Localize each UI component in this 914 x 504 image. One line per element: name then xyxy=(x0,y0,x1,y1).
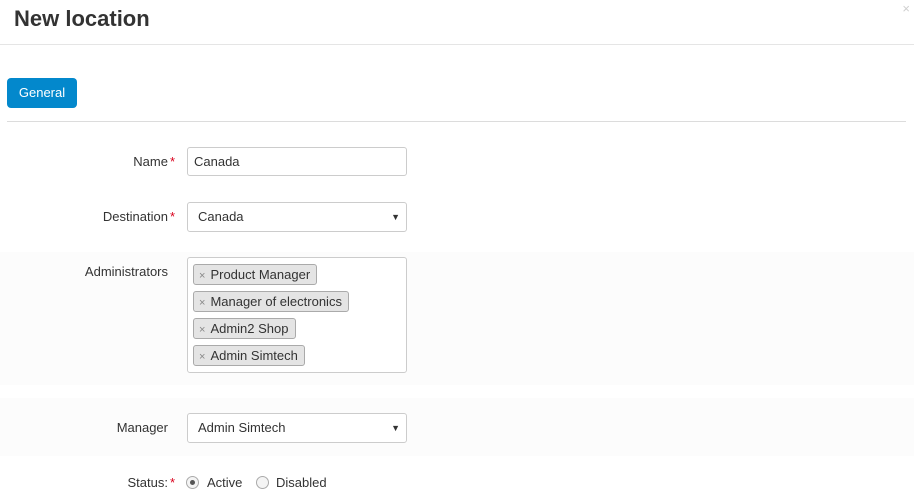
caret-down-icon: ▼ xyxy=(391,212,400,222)
status-label: Status: * xyxy=(127,475,175,490)
dialog-title: New location xyxy=(14,6,150,31)
admin-tag: × Admin2 Shop xyxy=(193,318,296,339)
remove-tag-icon[interactable]: × xyxy=(199,324,205,336)
caret-down-icon: ▼ xyxy=(391,423,400,433)
admin-tag-label: Admin2 Shop xyxy=(210,321,289,336)
name-label: Name * xyxy=(133,154,175,169)
required-mark: * xyxy=(169,475,175,490)
status-active-label[interactable]: Active xyxy=(207,475,242,491)
admin-tag-label: Manager of electronics xyxy=(210,294,342,309)
required-mark: * xyxy=(169,209,175,224)
tab-divider xyxy=(7,121,906,122)
admin-tag-label: Product Manager xyxy=(210,267,311,282)
status-disabled-radio[interactable] xyxy=(256,476,269,489)
manager-label: Manager xyxy=(116,420,168,435)
status-active-radio[interactable] xyxy=(186,476,199,489)
administrators-label: Administrators xyxy=(84,264,168,279)
admin-tag: × Product Manager xyxy=(193,264,318,285)
close-icon[interactable]: × xyxy=(902,2,910,16)
destination-value: Canada xyxy=(198,209,244,224)
admin-tag: × Manager of electronics xyxy=(193,291,349,312)
admin-tag-label: Admin Simtech xyxy=(210,348,298,363)
admin-tag: × Admin Simtech xyxy=(193,345,305,366)
manager-select[interactable]: Admin Simtech ▼ xyxy=(187,413,407,443)
required-mark: * xyxy=(169,154,175,169)
administrators-multiselect[interactable]: × Product Manager × Manager of electronics… xyxy=(187,257,407,373)
dialog-header: New location × xyxy=(0,0,914,45)
name-input[interactable]: Canada xyxy=(187,147,407,176)
manager-value: Admin Simtech xyxy=(198,420,286,435)
remove-tag-icon[interactable]: × xyxy=(199,270,205,282)
destination-select[interactable]: Canada ▼ xyxy=(187,202,407,232)
destination-label: Destination * xyxy=(102,209,175,224)
status-disabled-label[interactable]: Disabled xyxy=(276,475,327,491)
tab-general[interactable]: General xyxy=(7,78,77,108)
remove-tag-icon[interactable]: × xyxy=(199,297,205,309)
remove-tag-icon[interactable]: × xyxy=(199,351,205,363)
